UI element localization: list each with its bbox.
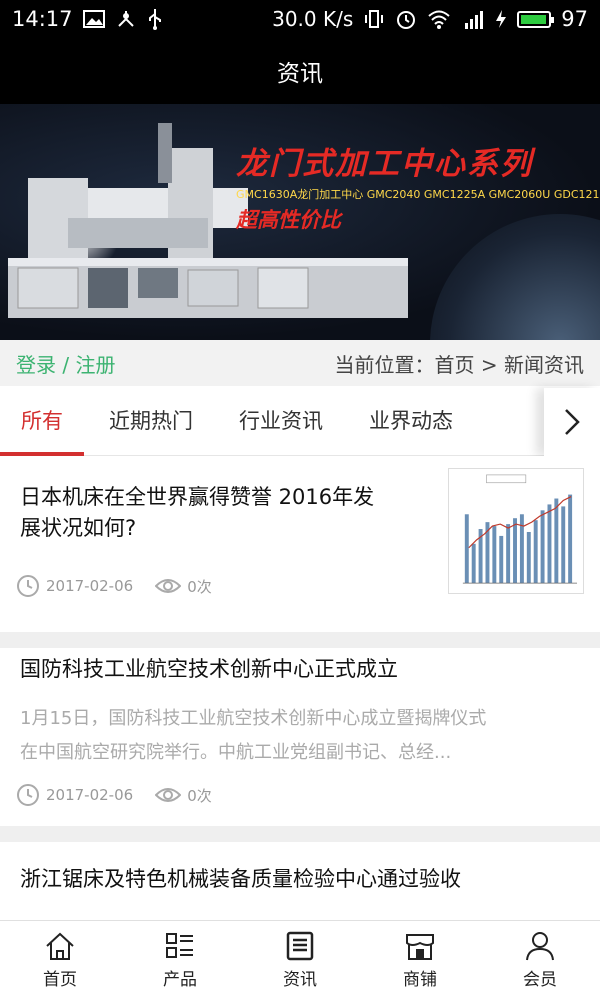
- article-meta: 2017-02-06 0次: [16, 783, 212, 807]
- tab-all[interactable]: 所有: [0, 388, 84, 456]
- nav-label: 商铺: [403, 970, 437, 990]
- article-title: 国防科技工业航空技术创新中心正式成立: [20, 657, 398, 681]
- thumbnail-bar: [568, 494, 573, 584]
- section-divider: [0, 826, 600, 842]
- product-list-icon: [166, 933, 193, 958]
- status-bar: 14:17 30.0 K/s 97: [0, 0, 600, 38]
- article-views: 0次: [187, 577, 212, 596]
- battery-icon: [517, 10, 555, 28]
- article-thumbnail: [448, 468, 584, 594]
- thumbnail-bar: [554, 498, 559, 584]
- promo-banner[interactable]: 龙门式加工中心系列 GMC1630A龙门加工中心 GMC2040 GMC1225…: [0, 104, 600, 340]
- usb-tether-icon: [115, 9, 137, 29]
- tab-recent-hot[interactable]: 近期热门: [96, 388, 206, 456]
- signal-4g-icon: [461, 8, 485, 30]
- article-title: 浙江锯床及特色机械装备质量检验中心通过验收: [20, 867, 461, 891]
- article-date: 2017-02-06: [46, 577, 134, 595]
- nav-label: 会员: [523, 970, 557, 990]
- login-register-link[interactable]: 登录 / 注册: [16, 349, 115, 378]
- thumbnail-bar: [540, 510, 545, 584]
- battery-percent: 97: [561, 7, 588, 31]
- wifi-icon: [427, 9, 451, 29]
- article-meta: 2017-02-06 0次: [16, 574, 212, 598]
- thumbnail-bar: [492, 526, 497, 584]
- article-card[interactable]: 浙江锯床及特色机械装备质量检验中心通过验收: [0, 842, 600, 920]
- nav-label: 资讯: [283, 970, 317, 990]
- thumbnail-bar: [513, 518, 517, 584]
- article-title-line: 展状况如何?: [20, 516, 137, 540]
- location-bar: 登录 / 注册 当前位置：首页 > 新闻资讯: [0, 340, 600, 386]
- banner-models: GMC1630A龙门加工中心 GMC2040 GMC1225A GMC2060U…: [236, 188, 600, 201]
- article-title-line: 日本机床在全世界赢得赞誉 2016年发: [20, 485, 375, 509]
- alarm-icon: [395, 8, 417, 30]
- clock-icon: [17, 575, 39, 597]
- thumbnail-bar: [464, 514, 469, 584]
- nav-news[interactable]: 资讯: [240, 921, 360, 1000]
- thumbnail-bar: [499, 535, 504, 584]
- chevron-right-icon: [565, 409, 580, 435]
- banner-slogan: 超高性价比: [236, 208, 341, 232]
- member-icon: [526, 932, 554, 961]
- tab-label: 行业资讯: [239, 409, 323, 433]
- thumbnail-bar: [506, 524, 511, 584]
- page-title: 资讯: [277, 61, 323, 87]
- nav-home[interactable]: 首页: [0, 921, 120, 1000]
- article-summary-line: 在中国航空研究院举行。中航工业党组副书记、总经...: [20, 742, 452, 763]
- banner-title: 龙门式加工中心系列: [236, 146, 533, 182]
- nav-member[interactable]: 会员: [480, 921, 600, 1000]
- tab-industry-trends[interactable]: 业界动态: [356, 388, 466, 456]
- article-summary-line: 1月15日，国防科技工业航空技术创新中心成立暨揭牌仪式: [20, 708, 487, 729]
- thumbnail-bar: [526, 531, 531, 584]
- charging-icon: [495, 9, 507, 29]
- tab-label: 业界动态: [369, 409, 453, 433]
- home-icon: [46, 932, 74, 960]
- article-views: 0次: [187, 786, 212, 805]
- app-bar: 资讯: [0, 38, 600, 104]
- thumbnail-bar: [561, 506, 566, 584]
- thumbnail-bar: [533, 520, 538, 584]
- article-card[interactable]: 国防科技工业航空技术创新中心正式成立 1月15日，国防科技工业航空技术创新中心成…: [0, 648, 600, 826]
- tab-label: 近期热门: [109, 409, 193, 433]
- tab-industry-news[interactable]: 行业资讯: [226, 388, 336, 456]
- nav-label: 首页: [43, 970, 77, 990]
- breadcrumb: 当前位置：首页 > 新闻资讯: [334, 352, 584, 377]
- status-time: 14:17: [12, 7, 73, 31]
- shop-icon: [406, 934, 434, 960]
- thumbnail-bar: [471, 543, 476, 584]
- tab-label: 所有: [21, 409, 63, 433]
- nav-label: 产品: [163, 970, 197, 990]
- nav-products[interactable]: 产品: [120, 921, 240, 1000]
- network-speed: 30.0 K/s: [272, 7, 354, 31]
- thumbnail-bar: [547, 504, 552, 584]
- eye-icon: [155, 788, 182, 802]
- bottom-navigation: 首页 产品 资讯 商铺 会员: [0, 920, 600, 1000]
- news-icon: [286, 931, 314, 961]
- tab-scroll-right-button[interactable]: [544, 388, 600, 456]
- article-date: 2017-02-06: [46, 786, 134, 804]
- section-divider: [0, 632, 600, 648]
- thumbnail-bar: [519, 514, 524, 584]
- image-icon: [82, 10, 105, 28]
- banner-spindle-graphic: [430, 214, 600, 340]
- nav-shop[interactable]: 商铺: [360, 921, 480, 1000]
- clock-icon: [17, 784, 39, 806]
- eye-icon: [155, 579, 182, 593]
- vibrate-icon: [363, 9, 385, 29]
- usb-icon: [147, 8, 163, 30]
- category-tabs: 所有 近期热门 行业资讯 业界动态: [0, 388, 600, 456]
